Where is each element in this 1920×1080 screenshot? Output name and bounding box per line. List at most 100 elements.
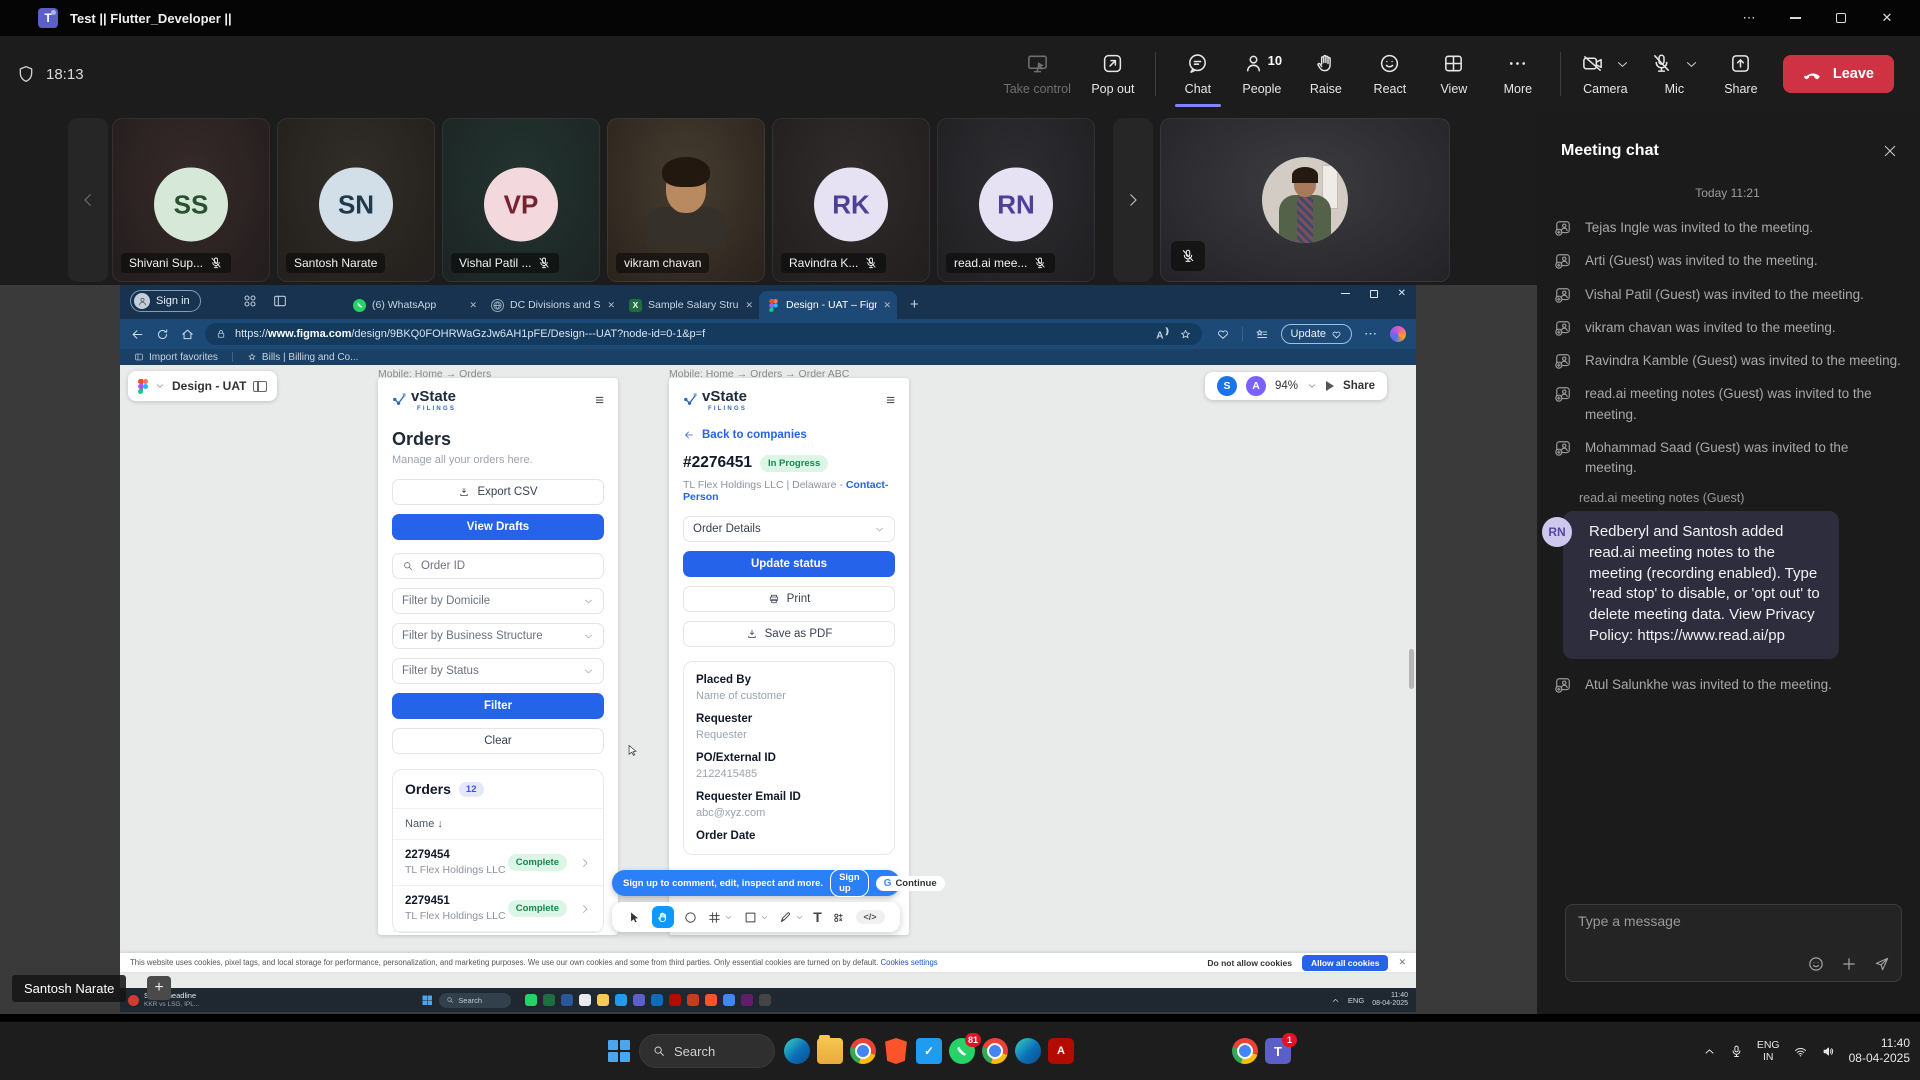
status-badge: Complete xyxy=(508,900,567,917)
chat-event-2: Arti (Guest) was invited to the meeting. xyxy=(1553,251,1902,271)
participants-scroll-right-button[interactable] xyxy=(1113,118,1153,282)
toolbar-camera-button[interactable]: Camera xyxy=(1581,36,1630,112)
tray-mic-icon[interactable] xyxy=(1729,1044,1744,1059)
chat-event-text: Ravindra Kamble (Guest) was invited to t… xyxy=(1585,351,1901,371)
vstate-logo: vStateFILINGS xyxy=(683,389,747,412)
taskbar-vscode-icon[interactable]: ✓ xyxy=(916,1038,942,1064)
presenter-app-1-icon xyxy=(525,994,537,1006)
taskbar-brave-icon[interactable] xyxy=(883,1038,909,1064)
toolbar-pop-out-button[interactable]: Pop out xyxy=(1091,36,1135,112)
taskbar-teams-icon[interactable]: T1 xyxy=(1265,1038,1291,1064)
person-add-icon xyxy=(1553,351,1573,371)
taskbar-edge-dev-icon[interactable] xyxy=(1015,1038,1041,1064)
chat-date-header: Today 11:21 xyxy=(1553,186,1902,200)
order-number: #2276451 xyxy=(683,454,752,472)
tray-chevron-up-icon[interactable] xyxy=(1703,1045,1716,1058)
toolbar-chat-button[interactable]: Chat xyxy=(1176,36,1220,112)
browser-tab-1: (6) WhatsApp✕ xyxy=(345,291,483,319)
participant-tile-3[interactable]: VPVishal Patil ... xyxy=(442,118,600,282)
order-row-1: 2279454TL Flex Holdings LLCComplete xyxy=(393,840,603,886)
toolbar-people-button[interactable]: 10People xyxy=(1240,36,1284,112)
window-close-button[interactable]: ✕ xyxy=(1864,2,1910,34)
participant-name-label: Santosh Narate xyxy=(286,253,385,273)
taskbar-chrome-canary-icon[interactable] xyxy=(1232,1038,1258,1064)
chat-event-text: Mohammad Saad (Guest) was invited to the… xyxy=(1585,438,1902,479)
browser-signin-button: Sign in xyxy=(130,290,201,312)
whatsapp-badge: 81 xyxy=(965,1033,981,1047)
google-continue-button: GContinue xyxy=(876,876,945,891)
close-icon: ✕ xyxy=(1398,957,1406,968)
avatar: SS xyxy=(154,167,228,241)
mic-off-icon xyxy=(1180,248,1196,264)
taskbar-file-explorer-icon[interactable] xyxy=(817,1038,843,1064)
shape-tool-icon xyxy=(743,910,758,925)
avatar xyxy=(1262,157,1348,243)
chat-message-input[interactable] xyxy=(1578,913,1828,929)
participant-name: Ravindra K... xyxy=(789,256,858,270)
presenter-app-7-icon xyxy=(633,994,645,1006)
emoji-icon[interactable] xyxy=(1807,955,1825,973)
wifi-icon[interactable] xyxy=(1793,1044,1808,1059)
participant-name: Vishal Patil ... xyxy=(459,256,531,270)
toolbar-raise-button[interactable]: Raise xyxy=(1304,36,1348,112)
teams-logo-icon: T xyxy=(38,8,58,28)
tab-close-icon: ✕ xyxy=(607,300,615,311)
toolbar-divider xyxy=(1560,52,1561,96)
window-minimize-button[interactable] xyxy=(1772,2,1818,34)
toolbar-leave-button[interactable]: Leave xyxy=(1783,55,1894,93)
export-csv-button: Export CSV xyxy=(392,479,604,505)
toolbar-mic-button[interactable]: Mic xyxy=(1650,36,1699,112)
detail-field: Placed ByName of customer xyxy=(696,674,882,702)
participants-scroll-left-button[interactable] xyxy=(68,118,108,282)
detail-label: PO/External ID xyxy=(696,752,882,764)
taskbar-acrobat-icon[interactable]: A xyxy=(1048,1038,1074,1064)
window-maximize-button[interactable] xyxy=(1818,2,1864,34)
taskbar-clock[interactable]: 11:4008-04-2025 xyxy=(1849,1036,1910,1066)
attach-plus-icon[interactable] xyxy=(1840,955,1858,973)
chevron-left-icon xyxy=(79,191,97,209)
presenter-app-4-icon xyxy=(579,994,591,1006)
status-badge: Complete xyxy=(508,854,567,871)
taskbar-edge-icon[interactable] xyxy=(784,1038,810,1064)
zoom-in-button[interactable]: + xyxy=(147,976,171,1000)
toolbar-more-button[interactable]: More xyxy=(1496,36,1540,112)
participant-tile-5[interactable]: RKRavindra K... xyxy=(772,118,930,282)
taskbar-search-box[interactable]: Search xyxy=(639,1034,775,1068)
camera-dropdown-chevron-icon xyxy=(1615,57,1630,72)
browser-tab-3: XSample Salary Structure with calc✕ xyxy=(621,291,759,319)
tab-close-icon: ✕ xyxy=(469,300,477,311)
save-as-pdf-button: Save as PDF xyxy=(683,621,895,647)
participant-tile-6[interactable]: RNread.ai mee... xyxy=(937,118,1095,282)
send-icon[interactable] xyxy=(1873,955,1891,973)
read-aloud-icon: A❫ xyxy=(1156,326,1170,341)
status-badge: In Progress xyxy=(760,455,828,472)
close-chat-icon[interactable] xyxy=(1882,143,1898,159)
chat-event-6: read.ai meeting notes (Guest) was invite… xyxy=(1553,384,1902,425)
participant-tile-4[interactable]: vikram chavan xyxy=(607,118,765,282)
windows-taskbar: Search ✓ 81 A T1 ENGIN 11:4008-04-2025 xyxy=(0,1021,1920,1080)
bookmark-import-favorites: Import favorites xyxy=(134,352,218,363)
chat-compose-box[interactable] xyxy=(1565,904,1902,982)
favorite-star-icon xyxy=(1179,328,1192,341)
home-icon xyxy=(180,327,195,342)
participant-tile-spotlight[interactable] xyxy=(1160,118,1450,282)
filter-select-1: Filter by Domicile xyxy=(392,588,604,614)
toolbar-react-button[interactable]: React xyxy=(1368,36,1412,112)
toolbar-share-button[interactable]: Share xyxy=(1719,36,1763,112)
toolbar-view-button[interactable]: View xyxy=(1432,36,1476,112)
avatar: RN xyxy=(979,167,1053,241)
window-more-button[interactable]: ⋯ xyxy=(1726,2,1772,34)
clear-button: Clear xyxy=(392,728,604,754)
meeting-timer: 18:13 xyxy=(16,64,84,84)
taskbar-whatsapp-icon[interactable]: 81 xyxy=(949,1038,975,1064)
language-indicator[interactable]: ENGIN xyxy=(1757,1039,1780,1063)
globe-favicon-icon xyxy=(491,299,504,312)
participant-tile-1[interactable]: SSShivani Sup... xyxy=(112,118,270,282)
frame-tool-icon xyxy=(707,910,722,925)
start-button[interactable] xyxy=(608,1040,630,1062)
taskbar-chrome-profile-icon[interactable] xyxy=(982,1038,1008,1064)
taskbar-chrome-icon[interactable] xyxy=(850,1038,876,1064)
participant-tile-2[interactable]: SNSantosh Narate xyxy=(277,118,435,282)
cookie-banner: This website uses cookies, pixel tags, a… xyxy=(120,953,1416,972)
volume-icon[interactable] xyxy=(1821,1044,1836,1059)
